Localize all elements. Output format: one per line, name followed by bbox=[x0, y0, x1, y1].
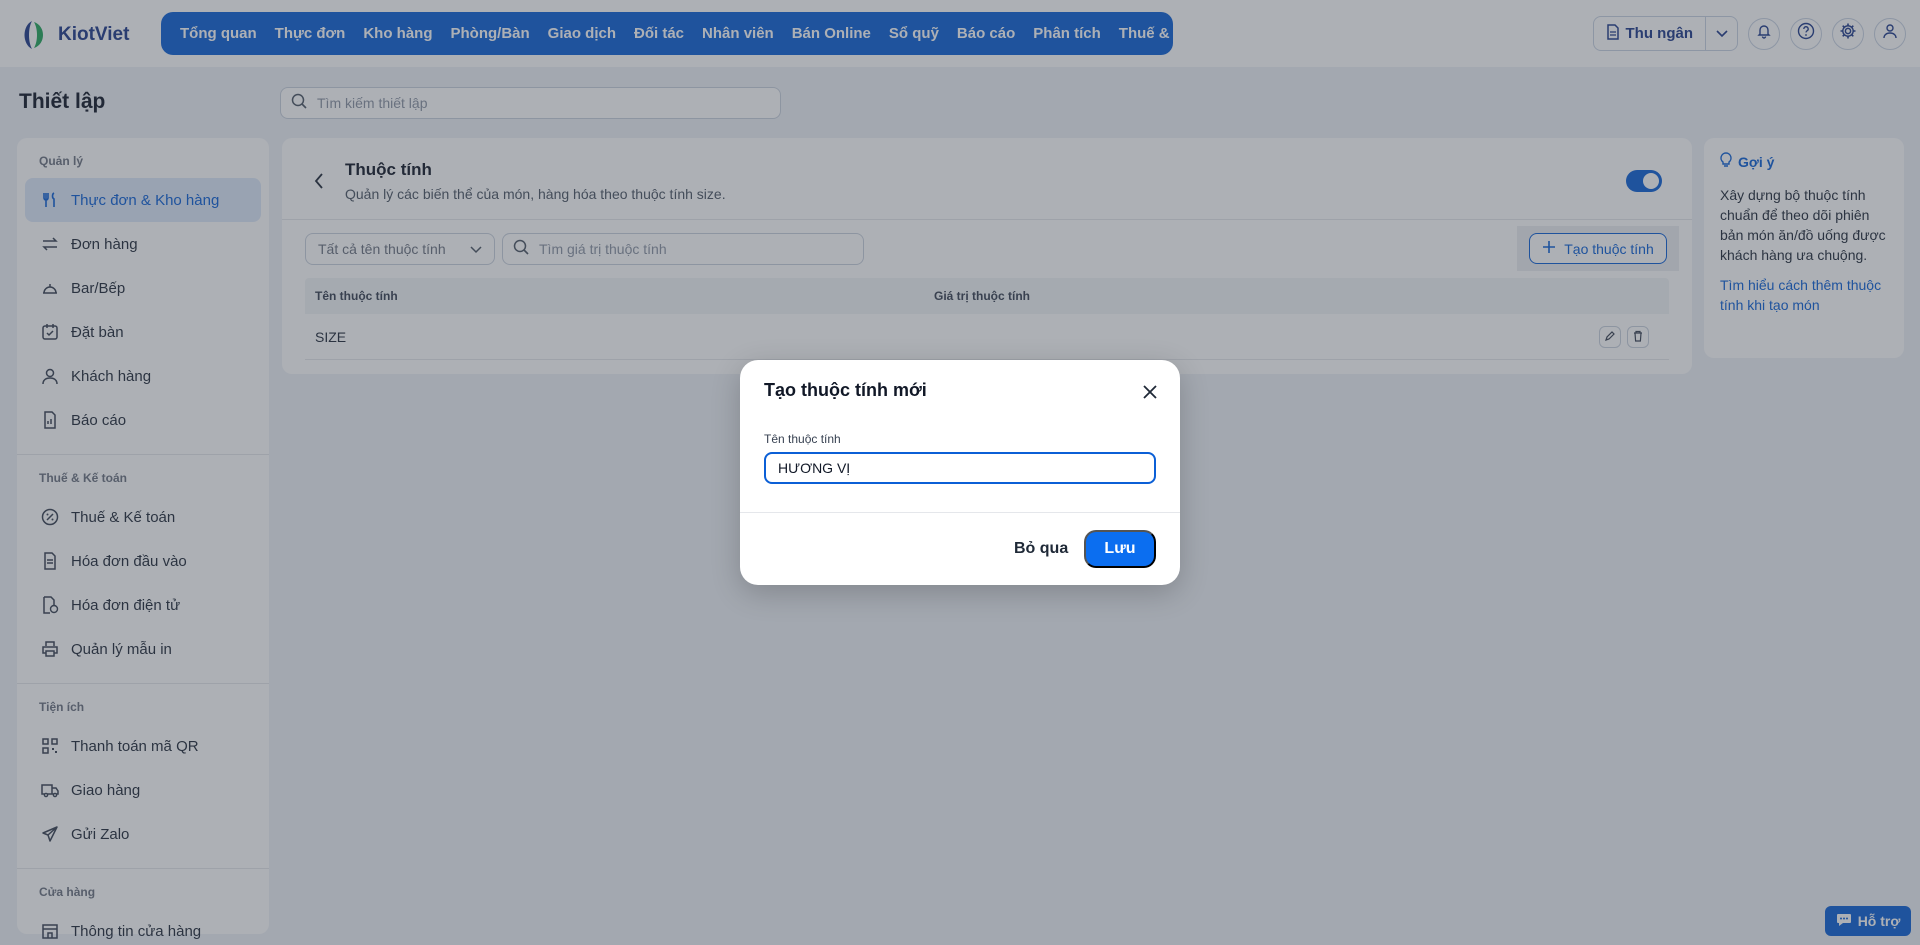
dialog-divider bbox=[740, 512, 1180, 513]
cancel-button[interactable]: Bỏ qua bbox=[1000, 530, 1082, 568]
save-button[interactable]: Lưu bbox=[1084, 530, 1156, 568]
create-attribute-dialog: Tạo thuộc tính mới Tên thuộc tính Bỏ qua… bbox=[740, 360, 1180, 585]
close-icon bbox=[1142, 384, 1158, 405]
attribute-name-label: Tên thuộc tính bbox=[764, 432, 841, 446]
dialog-title: Tạo thuộc tính mới bbox=[764, 380, 927, 400]
attribute-name-input[interactable] bbox=[764, 452, 1156, 484]
dialog-close-button[interactable] bbox=[1138, 382, 1162, 406]
